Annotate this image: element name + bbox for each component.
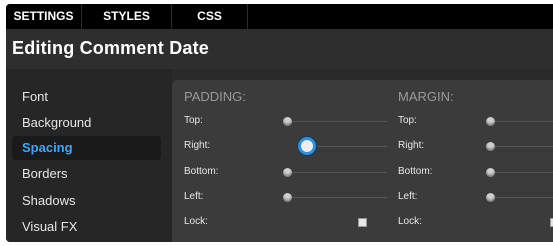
- padding-left-track[interactable]: [287, 197, 387, 198]
- sidebar: Font Background Spacing Borders Shadows …: [6, 69, 172, 242]
- padding-bottom-slider-handle[interactable]: [283, 168, 292, 177]
- tab-bar: SETTINGS STYLES CSS: [6, 4, 553, 29]
- padding-lock-label: Lock:: [184, 216, 208, 227]
- padding-top-slider-handle[interactable]: [283, 117, 292, 126]
- sidebar-item-background[interactable]: Background: [12, 111, 161, 135]
- editor-frame: SETTINGS STYLES CSS Editing Comment Date…: [0, 0, 553, 246]
- margin-bottom-label: Bottom:: [398, 166, 433, 177]
- padding-section-title: PADDING:: [184, 89, 246, 104]
- tab-styles[interactable]: STYLES: [82, 4, 172, 29]
- tab-settings[interactable]: SETTINGS: [6, 4, 82, 29]
- padding-right-track[interactable]: [312, 146, 387, 147]
- padding-left-label: Left:: [184, 191, 204, 202]
- padding-right-label: Right:: [184, 140, 211, 151]
- margin-right-slider-handle[interactable]: [486, 142, 495, 151]
- padding-lock-checkbox[interactable]: [358, 218, 367, 227]
- spacing-content: PADDING: Top: Right: Bottom: Left: Lock:…: [172, 80, 553, 242]
- padding-top-track[interactable]: [287, 121, 387, 122]
- editor-header: Editing Comment Date: [6, 29, 553, 69]
- margin-bottom-track[interactable]: [490, 172, 553, 173]
- page-title: Editing Comment Date: [12, 38, 210, 58]
- margin-right-label: Right:: [398, 140, 425, 151]
- margin-lock-label: Lock:: [398, 216, 422, 227]
- margin-top-track[interactable]: [490, 121, 553, 122]
- margin-left-track[interactable]: [490, 197, 553, 198]
- margin-section-title: MARGIN:: [398, 89, 454, 104]
- margin-left-slider-handle[interactable]: [486, 193, 495, 202]
- tab-css[interactable]: CSS: [172, 4, 248, 29]
- style-editor-panel: SETTINGS STYLES CSS Editing Comment Date…: [6, 4, 553, 242]
- sidebar-item-borders[interactable]: Borders: [12, 162, 161, 186]
- margin-top-slider-handle[interactable]: [486, 117, 495, 126]
- margin-top-label: Top:: [398, 115, 417, 126]
- padding-top-label: Top:: [184, 115, 203, 126]
- padding-left-slider-handle[interactable]: [283, 193, 292, 202]
- margin-left-label: Left:: [398, 191, 418, 202]
- padding-bottom-track[interactable]: [287, 172, 387, 173]
- padding-bottom-label: Bottom:: [184, 166, 219, 177]
- padding-right-slider-handle[interactable]: [301, 140, 313, 152]
- sidebar-item-spacing[interactable]: Spacing: [12, 136, 161, 160]
- margin-bottom-slider-handle[interactable]: [486, 168, 495, 177]
- sidebar-item-visual-fx[interactable]: Visual FX: [12, 215, 161, 239]
- sidebar-item-font[interactable]: Font: [12, 85, 161, 109]
- sidebar-item-shadows[interactable]: Shadows: [12, 189, 161, 213]
- margin-right-track[interactable]: [490, 146, 553, 147]
